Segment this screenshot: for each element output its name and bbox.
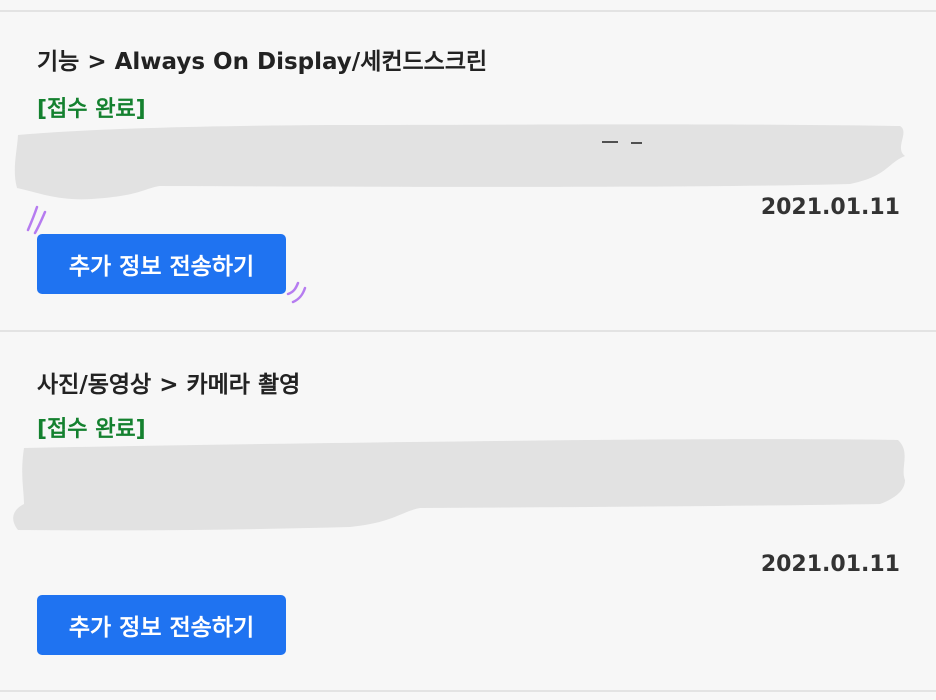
redaction-scribble <box>13 439 905 531</box>
inquiry-list: 기능 > Always On Display/세컨드스크린 [접수 완료] 20… <box>0 0 936 700</box>
inquiry-item-2: 사진/동영상 > 카메라 촬영 [접수 완료] 2021.01.11 추가 정보… <box>0 332 936 690</box>
inquiry-category: 기능 > Always On Display/세컨드스크린 <box>37 49 488 75</box>
bottom-divider <box>0 690 936 692</box>
inquiry-date: 2021.01.11 <box>760 552 900 577</box>
send-additional-info-button[interactable]: 추가 정보 전송하기 <box>37 595 286 655</box>
inquiry-item-1: 기능 > Always On Display/세컨드스크린 [접수 완료] 20… <box>0 12 936 330</box>
redaction-scribble <box>14 124 905 200</box>
inquiry-category: 사진/동영상 > 카메라 촬영 <box>37 372 301 398</box>
inquiry-date: 2021.01.11 <box>760 195 900 220</box>
send-additional-info-button[interactable]: 추가 정보 전송하기 <box>37 234 286 294</box>
redacted-text <box>13 439 905 531</box>
